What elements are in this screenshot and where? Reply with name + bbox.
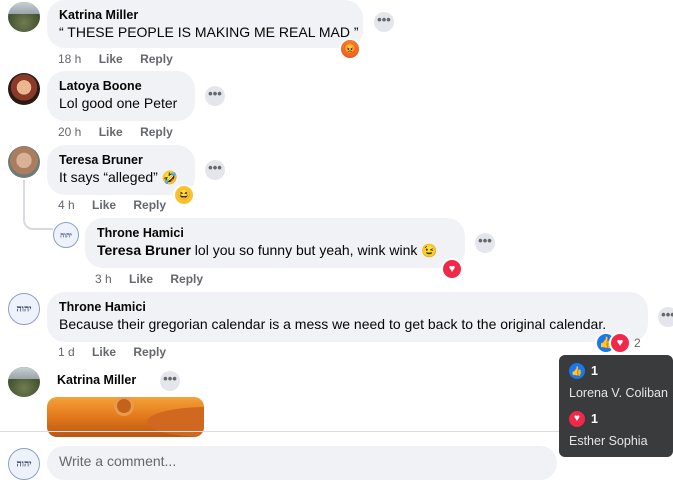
comment-meta: 18 h Like Reply xyxy=(58,52,173,66)
comment-bubble: Katrina Miller xyxy=(47,365,151,397)
comment-time[interactable]: 1 d xyxy=(58,345,75,359)
comment-author[interactable]: Throne Hamici xyxy=(97,225,453,241)
comment-meta: 3 h Like Reply xyxy=(95,272,203,286)
like-link[interactable]: Like xyxy=(129,272,153,286)
comment-text: Because their gregorian calendar is a me… xyxy=(59,316,607,332)
angry-reaction-icon[interactable]: 😡 xyxy=(341,40,359,58)
reply-link[interactable]: Reply xyxy=(140,52,173,66)
comment-bubble: Teresa Bruner It says “alleged” 🤣 xyxy=(47,145,195,195)
reply-link[interactable]: Reply xyxy=(170,272,203,286)
comment-text: “ THESE PEOPLE IS MAKING ME REAL MAD ” xyxy=(59,24,359,40)
like-link[interactable]: Like xyxy=(92,198,116,212)
like-icon: 👍 xyxy=(569,363,585,379)
more-options-button[interactable]: ••• xyxy=(374,12,394,32)
write-comment-input[interactable]: Write a comment... xyxy=(47,446,557,480)
tooltip-name: Lorena V. Coliban xyxy=(569,386,668,400)
more-options-button[interactable]: ••• xyxy=(475,233,495,253)
comment-author[interactable]: Teresa Bruner xyxy=(59,152,183,168)
comment-time[interactable]: 3 h xyxy=(95,272,112,286)
wink-emoji-icon: 😉 xyxy=(421,243,438,258)
comment-author[interactable]: Latoya Boone xyxy=(59,78,183,94)
more-options-button[interactable]: ••• xyxy=(205,160,225,180)
love-reaction-icon: ♥ xyxy=(611,334,629,352)
comment-meta: 20 h Like Reply xyxy=(58,125,173,139)
comment-author[interactable]: Katrina Miller xyxy=(57,372,141,388)
rolling-laughing-emoji-icon: 🤣 xyxy=(161,170,178,185)
comment-text: Lol good one Peter xyxy=(59,95,178,111)
comment-author[interactable]: Katrina Miller xyxy=(59,7,351,23)
like-link[interactable]: Like xyxy=(92,345,116,359)
tooltip-name: Esther Sophia xyxy=(569,434,648,448)
love-icon: ♥ xyxy=(569,411,585,427)
tooltip-love-count: 1 xyxy=(591,412,598,426)
reply-thread-line xyxy=(23,180,53,230)
reaction-count: 2 xyxy=(634,336,641,350)
comment-text: It says “alleged” 🤣 xyxy=(59,168,183,187)
comment-time[interactable]: 18 h xyxy=(58,52,81,66)
more-options-button[interactable]: ••• xyxy=(205,86,225,106)
reply-link[interactable]: Reply xyxy=(140,125,173,139)
avatar-katrina-miller[interactable] xyxy=(8,2,40,32)
comment-meta: 1 d Like Reply xyxy=(58,345,166,359)
love-reaction-icon[interactable]: ♥ xyxy=(443,260,461,278)
like-link[interactable]: Like xyxy=(99,52,123,66)
comment-text-body: It says “alleged” xyxy=(59,169,158,185)
avatar-latoya-boone[interactable] xyxy=(8,73,40,105)
comment-author[interactable]: Throne Hamici xyxy=(59,299,636,315)
more-options-button[interactable]: ••• xyxy=(160,371,180,391)
comment-time[interactable]: 20 h xyxy=(58,125,81,139)
reply-link[interactable]: Reply xyxy=(133,198,166,212)
haha-reaction-icon[interactable]: 😆 xyxy=(175,186,193,204)
tooltip-like-count: 1 xyxy=(591,364,598,378)
comment-meta: 4 h Like Reply xyxy=(58,198,166,212)
comment-bubble: Latoya Boone Lol good one Peter xyxy=(47,71,195,121)
like-link[interactable]: Like xyxy=(99,125,123,139)
reply-link[interactable]: Reply xyxy=(133,345,166,359)
avatar-throne-hamici[interactable]: יהוה xyxy=(53,222,79,248)
reactions-tooltip: 👍 1 Lorena V. Coliban ♥ 1 Esther Sophia xyxy=(559,355,673,457)
comment-text: Teresa Bruner lol you so funny but yeah,… xyxy=(97,241,453,260)
comment-bubble: Throne Hamici Because their gregorian ca… xyxy=(47,292,648,342)
more-options-button[interactable]: ••• xyxy=(658,307,673,327)
avatar-throne-hamici[interactable]: יהוה xyxy=(8,293,40,325)
current-user-avatar[interactable]: יהוה xyxy=(8,448,40,480)
comment-text-body: lol you so funny but yeah, wink wink xyxy=(190,242,418,258)
comment-bubble: Throne Hamici Teresa Bruner lol you so f… xyxy=(85,218,465,268)
avatar-teresa-bruner[interactable] xyxy=(8,146,40,178)
avatar-katrina-miller[interactable] xyxy=(8,367,40,397)
mention-link[interactable]: Teresa Bruner xyxy=(97,242,191,258)
comment-time[interactable]: 4 h xyxy=(58,198,75,212)
comment-bubble: Katrina Miller “ THESE PEOPLE IS MAKING … xyxy=(47,0,363,48)
